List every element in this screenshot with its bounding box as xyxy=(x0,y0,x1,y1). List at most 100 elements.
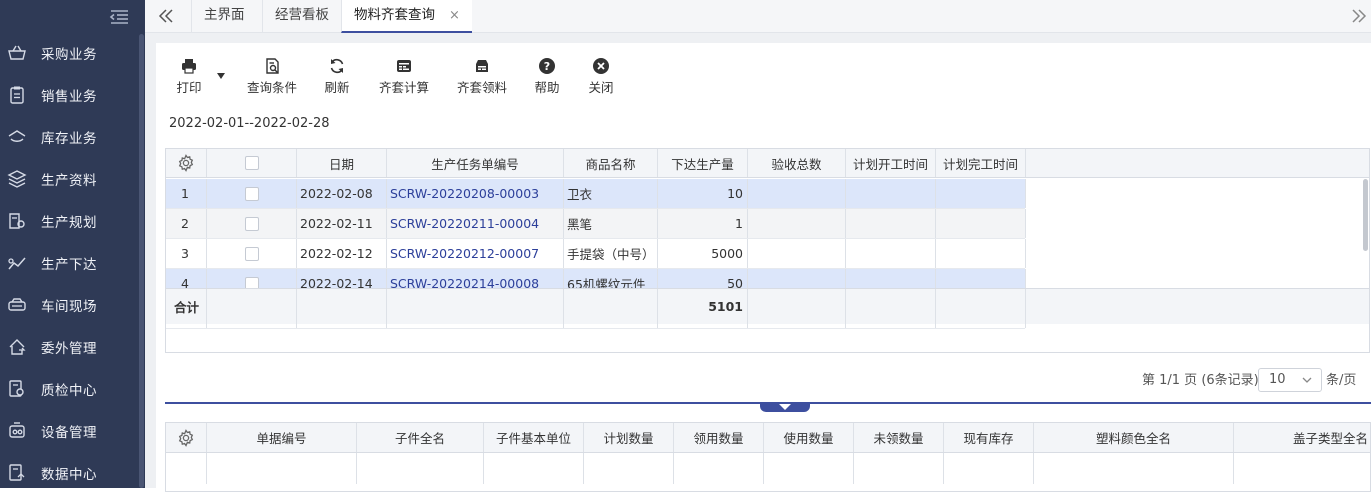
cell-plan-end xyxy=(936,179,1026,208)
print-button[interactable]: 打印 xyxy=(176,57,202,97)
chevron-down-icon xyxy=(1302,377,1312,383)
col-used-qty[interactable]: 使用数量 xyxy=(764,423,854,452)
warehouse-icon xyxy=(8,130,26,142)
col-plan-start[interactable]: 计划开工时间 xyxy=(846,149,936,177)
row-checkbox[interactable] xyxy=(244,246,259,261)
row-checkbox[interactable] xyxy=(244,216,259,231)
tab-main[interactable]: 主界面 xyxy=(191,0,257,33)
col-date[interactable]: 日期 xyxy=(297,149,387,177)
cell-task-no-link[interactable]: SCRW-20220208-00003 xyxy=(387,179,564,208)
cell-task-no-link[interactable]: SCRW-20220212-00007 xyxy=(387,239,564,268)
task-grid: 日期 生产任务单编号 商品名称 下达生产量 验收总数 计划开工时间 计划完工时间… xyxy=(165,148,1370,353)
layers-icon xyxy=(7,170,27,188)
sidebar: 采购业务销售业务库存业务生产资料生产规划生产下达车间现场委外管理质检中心 设备管理… xyxy=(0,0,145,488)
sidebar-item-label: 库存业务 xyxy=(41,131,97,147)
sidebar-item-label: 车间现场 xyxy=(41,299,97,315)
sidebar-item-label: 生产资料 xyxy=(41,173,97,189)
refresh-icon xyxy=(330,58,344,74)
col-product[interactable]: 商品名称 xyxy=(564,149,658,177)
caret-down-icon xyxy=(779,404,791,410)
col-task-no[interactable]: 生产任务单编号 xyxy=(387,149,564,177)
cell-plan-start xyxy=(846,179,936,208)
grid-footer: 合计 5101 xyxy=(166,288,1369,324)
gear-icon[interactable] xyxy=(177,154,195,172)
material-grid-row xyxy=(166,453,1370,484)
col-unpicked-qty[interactable]: 未领数量 xyxy=(854,423,944,452)
close-button[interactable]: 关闭 xyxy=(588,57,614,97)
cell-qty: 5000 xyxy=(658,239,748,268)
sidebar-item-label: 销售业务 xyxy=(41,89,97,105)
app-window: 采购业务销售业务库存业务生产资料生产规划生产下达车间现场委外管理质检中心 设备管理… xyxy=(0,0,1371,492)
sidebar-item-9[interactable]: 质检中心 xyxy=(0,368,145,410)
table-row[interactable]: 1 2022-02-08 SCRW-20220208-00003 卫衣 10 xyxy=(166,179,1026,209)
trend-icon xyxy=(8,257,26,270)
row-checkbox-cell[interactable] xyxy=(207,209,297,238)
content-panel: 打印 查询条件 刷新 齐套计算 齐套领料 ? 帮助 关闭 2022-02-01-… xyxy=(156,43,1371,492)
close-circle-icon xyxy=(593,58,609,74)
calculator-icon xyxy=(397,60,411,72)
sidebar-item-label: 生产规划 xyxy=(41,215,97,231)
kit-pick-label: 齐套领料 xyxy=(456,80,507,95)
col-plan-qty[interactable]: 计划数量 xyxy=(584,423,674,452)
query-condition-button[interactable]: 查询条件 xyxy=(246,57,298,97)
col-doc-no[interactable]: 单据编号 xyxy=(207,423,357,452)
double-chevron-left-icon[interactable] xyxy=(156,6,176,26)
refresh-label: 刷新 xyxy=(324,80,350,95)
grid-settings-cell[interactable] xyxy=(166,149,207,177)
tab-dashboard[interactable]: 经营看板 xyxy=(262,0,341,33)
tab-material-kit-query[interactable]: 物料齐套查询 × xyxy=(341,0,472,33)
row-checkbox-cell[interactable] xyxy=(207,239,297,268)
col-accept[interactable]: 验收总数 xyxy=(748,149,846,177)
menu-collapse-icon[interactable] xyxy=(108,8,130,26)
sidebar-item-7[interactable]: 车间现场 xyxy=(0,284,145,326)
cell-qty: 1 xyxy=(658,209,748,238)
col-cap-type[interactable]: 盖子类型全名 xyxy=(1234,423,1370,452)
sidebar-item-6[interactable]: 生产下达 xyxy=(0,242,145,284)
sidebar-item-label: 采购业务 xyxy=(41,47,97,63)
kit-calc-button[interactable]: 齐套计算 xyxy=(378,57,430,97)
sidebar-item-2[interactable]: 销售业务 xyxy=(0,74,145,116)
kit-pick-button[interactable]: 齐套领料 xyxy=(456,57,508,97)
print-dropdown-caret[interactable] xyxy=(217,73,225,79)
pager-info: 第 1/1 页 (6条记录) xyxy=(1142,373,1259,388)
page-size-select[interactable]: 10 xyxy=(1258,368,1322,392)
row-index: 1 xyxy=(166,179,207,208)
refresh-button[interactable]: 刷新 xyxy=(324,57,350,97)
row-checkbox-cell[interactable] xyxy=(207,179,297,208)
double-chevron-right-icon[interactable] xyxy=(1349,6,1369,26)
query-condition-label: 查询条件 xyxy=(246,80,297,95)
col-pick-qty[interactable]: 领用数量 xyxy=(674,423,764,452)
tab-close-icon[interactable]: × xyxy=(449,8,460,23)
select-all-checkbox[interactable] xyxy=(244,156,259,170)
pick-material-icon xyxy=(476,60,488,72)
cell-plan-start xyxy=(846,239,936,268)
cell-task-no-link[interactable]: SCRW-20220211-00004 xyxy=(387,209,564,238)
cell-accept xyxy=(748,209,846,238)
col-plastic-color[interactable]: 塑料颜色全名 xyxy=(1034,423,1234,452)
sidebar-item-4[interactable]: 生产资料 xyxy=(0,158,145,200)
page-size-unit: 条/页 xyxy=(1326,373,1357,388)
table-row[interactable]: 2 2022-02-11 SCRW-20220211-00004 黑笔 1 xyxy=(166,209,1026,239)
sidebar-item-8[interactable]: 委外管理 xyxy=(0,326,145,368)
row-checkbox[interactable] xyxy=(244,186,259,201)
sidebar-scrollbar[interactable] xyxy=(139,34,144,488)
grid2-settings-cell[interactable] xyxy=(166,423,207,452)
splitter-toggle-button[interactable] xyxy=(760,402,810,412)
table-row[interactable]: 3 2022-02-12 SCRW-20220212-00007 手提袋（中号） 500… xyxy=(166,239,1026,269)
col-stock[interactable]: 现有库存 xyxy=(944,423,1034,452)
row-index: 2 xyxy=(166,209,207,238)
sidebar-item-1[interactable]: 采购业务 xyxy=(0,32,145,74)
sidebar-item-3[interactable]: 库存业务 xyxy=(0,116,145,158)
gear-icon[interactable] xyxy=(177,428,195,447)
grid-vertical-scrollbar[interactable] xyxy=(1363,179,1368,251)
col-plan-end[interactable]: 计划完工时间 xyxy=(936,149,1026,177)
cell-plan-end xyxy=(936,239,1026,268)
sidebar-item-label: 委外管理 xyxy=(41,341,97,357)
col-qty[interactable]: 下达生产量 xyxy=(658,149,748,177)
sidebar-item-5[interactable]: 生产规划 xyxy=(0,200,145,242)
select-all-cell[interactable] xyxy=(207,149,297,177)
col-child-unit[interactable]: 子件基本单位 xyxy=(484,423,584,452)
help-button[interactable]: ? 帮助 xyxy=(534,57,560,97)
sidebar-item-10[interactable]: 设备管理 xyxy=(0,410,145,452)
col-child-name[interactable]: 子件全名 xyxy=(357,423,484,452)
